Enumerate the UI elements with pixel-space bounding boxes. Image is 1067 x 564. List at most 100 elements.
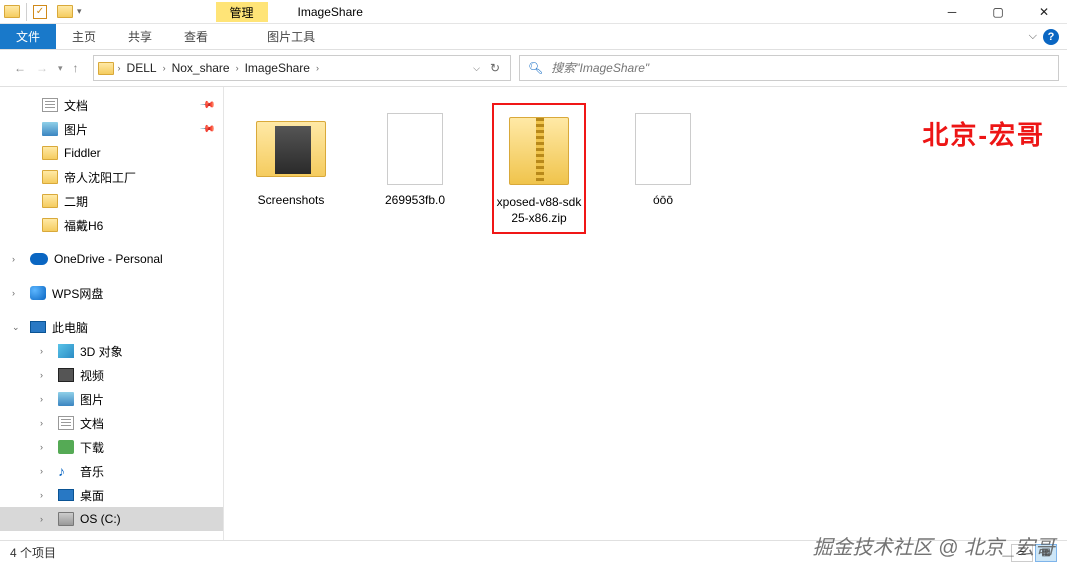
tab-picture-tools[interactable]: 图片工具	[251, 24, 331, 49]
tab-share[interactable]: 共享	[112, 24, 168, 49]
disk-icon	[58, 512, 74, 526]
sidebar-item[interactable]: 图片 📌	[0, 117, 223, 141]
chevron-right-icon[interactable]: ›	[40, 514, 43, 524]
sidebar-item[interactable]: Fiddler	[0, 141, 223, 165]
ribbon-tabs: 文件 主页 共享 查看 图片工具 ⌵ ?	[0, 24, 1067, 50]
sidebar-item[interactable]: 帝人沈阳工厂	[0, 165, 223, 189]
tab-view[interactable]: 查看	[168, 24, 224, 49]
file-item-folder[interactable]: Screenshots	[244, 103, 338, 215]
watermark-text: 北京-宏哥	[922, 115, 1045, 152]
search-box[interactable]: 🔍︎	[519, 55, 1059, 81]
pictures-icon	[42, 122, 58, 136]
breadcrumb-segment[interactable]: ImageShare	[243, 61, 312, 75]
file-item[interactable]: óōō	[616, 103, 710, 215]
tab-home[interactable]: 主页	[56, 24, 112, 49]
minimize-button[interactable]: ─	[929, 0, 975, 24]
sidebar-item-label: 帝人沈阳工厂	[64, 169, 136, 186]
chevron-right-icon[interactable]: ›	[118, 63, 121, 73]
file-list[interactable]: Screenshots 269953fb.0 xposed-v88-sdk25-…	[224, 87, 1067, 540]
chevron-right-icon[interactable]: ›	[316, 63, 319, 73]
chevron-right-icon[interactable]: ›	[40, 346, 43, 356]
properties-icon[interactable]: ✓	[33, 5, 47, 19]
address-row: ← → ▾ ↑ › DELL › Nox_share › ImageShare …	[0, 50, 1067, 86]
sidebar-item[interactable]: › 下载	[0, 435, 223, 459]
address-bar[interactable]: › DELL › Nox_share › ImageShare › ⌵ ↻	[93, 55, 511, 81]
chevron-right-icon[interactable]: ›	[40, 370, 43, 380]
sidebar-item-onedrive[interactable]: › OneDrive - Personal	[0, 247, 223, 271]
chevron-right-icon[interactable]: ›	[40, 394, 43, 404]
pin-icon: 📌	[198, 97, 215, 114]
download-icon	[58, 440, 74, 454]
nav-arrows: ← → ▾ ↑	[8, 61, 85, 75]
sidebar-item-label: 图片	[64, 121, 88, 138]
sidebar-item-thispc[interactable]: ⌄ 此电脑	[0, 315, 223, 339]
chevron-right-icon[interactable]: ›	[40, 418, 43, 428]
location-icon	[98, 62, 114, 75]
back-button[interactable]: ←	[14, 61, 26, 75]
sidebar-item[interactable]: › 桌面	[0, 483, 223, 507]
maximize-button[interactable]: ▢	[975, 0, 1021, 24]
sidebar-item[interactable]: › 图片	[0, 387, 223, 411]
file-label: 269953fb.0	[385, 193, 445, 209]
item-count: 4 个项目	[10, 544, 56, 561]
sidebar-item[interactable]: 二期	[0, 189, 223, 213]
chevron-right-icon[interactable]: ›	[40, 466, 43, 476]
ribbon-collapse-icon[interactable]: ⌵	[1029, 30, 1037, 43]
chevron-right-icon[interactable]: ›	[40, 442, 43, 452]
sidebar-item-label: 下载	[80, 439, 104, 456]
chevron-right-icon[interactable]: ›	[12, 254, 15, 264]
sidebar-item-label: OneDrive - Personal	[54, 252, 163, 266]
sidebar-item-wps[interactable]: ›WPS网盘	[0, 281, 223, 305]
chevron-down-icon[interactable]: ⌄	[12, 322, 20, 333]
sidebar-item-label: 桌面	[80, 487, 104, 504]
search-input[interactable]	[551, 61, 1050, 75]
breadcrumb-segment[interactable]: Nox_share	[170, 61, 232, 75]
window-controls: ─ ▢ ✕	[929, 0, 1067, 24]
chevron-right-icon[interactable]: ›	[163, 63, 166, 73]
sidebar-item[interactable]: › 视频	[0, 363, 223, 387]
file-item-zip[interactable]: xposed-v88-sdk25-x86.zip	[492, 103, 586, 234]
manage-tab[interactable]: 管理	[216, 2, 268, 22]
folder-icon	[42, 218, 58, 232]
file-item[interactable]: 269953fb.0	[368, 103, 462, 215]
qat-dropdown-icon[interactable]: ▾	[77, 6, 82, 17]
recent-dropdown-icon[interactable]: ▾	[58, 63, 63, 74]
close-button[interactable]: ✕	[1021, 0, 1067, 24]
folder-thumbnail	[251, 109, 331, 189]
sidebar-item-label: 视频	[80, 367, 104, 384]
address-dropdown-icon[interactable]: ⌵	[473, 63, 480, 74]
chevron-right-icon[interactable]: ›	[40, 490, 43, 500]
folder-icon	[42, 170, 58, 184]
zip-thumbnail	[499, 111, 579, 191]
sidebar-item-label: 图片	[80, 391, 104, 408]
sidebar-item[interactable]: 文档📌	[0, 93, 223, 117]
up-button[interactable]: ↑	[73, 61, 79, 75]
file-label: Screenshots	[258, 193, 325, 209]
sidebar-item-label: 音乐	[80, 463, 104, 480]
sidebar-item[interactable]: ›3D 对象	[0, 339, 223, 363]
music-icon: ♪	[58, 464, 74, 478]
separator	[26, 3, 27, 21]
chevron-right-icon[interactable]: ›	[236, 63, 239, 73]
sidebar-item[interactable]: ›文档	[0, 411, 223, 435]
refresh-icon[interactable]: ↻	[490, 61, 500, 75]
new-folder-icon[interactable]	[57, 5, 73, 18]
file-thumbnail	[375, 109, 455, 189]
sidebar-item[interactable]: 福戴H6	[0, 213, 223, 237]
sidebar-item[interactable]: › ♪ 音乐	[0, 459, 223, 483]
folder-icon	[42, 146, 58, 160]
file-thumbnail	[623, 109, 703, 189]
navigation-pane[interactable]: 文档📌 图片 📌 Fiddler 帝人沈阳工厂 二期 福戴H6 › OneDrive…	[0, 87, 224, 540]
help-icon[interactable]: ?	[1043, 29, 1059, 45]
breadcrumb-segment[interactable]: DELL	[125, 61, 159, 75]
chevron-right-icon[interactable]: ›	[12, 288, 15, 298]
sidebar-item-label: Fiddler	[64, 146, 101, 160]
pin-icon: 📌	[198, 121, 215, 138]
sidebar-item-os-c[interactable]: › OS (C:)	[0, 507, 223, 531]
sidebar-item-label: OS (C:)	[80, 512, 121, 526]
document-icon	[58, 416, 74, 430]
forward-button[interactable]: →	[36, 61, 48, 75]
tab-file[interactable]: 文件	[0, 24, 56, 49]
onedrive-icon	[30, 253, 48, 265]
sidebar-item-label: 此电脑	[52, 319, 88, 336]
